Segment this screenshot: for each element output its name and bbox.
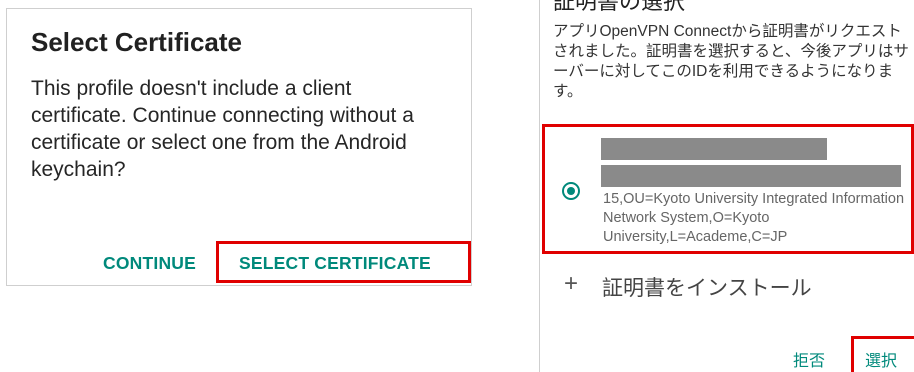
screenshot-stage: Select Certificate This profile doesn't … (0, 0, 914, 372)
dialog-title: Select Certificate (31, 27, 242, 57)
select-certificate-label: SELECT CERTIFICATE (239, 253, 431, 273)
select-certificate-button[interactable]: SELECT CERTIFICATE (216, 241, 471, 283)
choose-button[interactable]: 選択 (851, 336, 914, 372)
dialog-message: This profile doesn't include a client ce… (31, 77, 414, 181)
chooser-message: アプリOpenVPN Connectから証明書がリクエストされました。証明書を選… (553, 23, 909, 100)
install-certificate-item[interactable]: + 証明書をインストール (540, 268, 912, 304)
certificate-option[interactable]: 15,OU=Kyoto University Integrated Inform… (542, 124, 914, 254)
plus-icon: + (564, 270, 579, 297)
continue-button[interactable]: CONTINUE (103, 253, 196, 274)
redacted-certificate-name (601, 138, 827, 160)
dialog-actions: CONTINUE SELECT CERTIFICATE (7, 241, 471, 283)
certificate-chooser-dialog: 証明書の選択 アプリOpenVPN Connectから証明書がリクエストされまし… (539, 0, 914, 372)
install-certificate-label: 証明書をインストール (602, 277, 812, 300)
select-certificate-dialog: Select Certificate This profile doesn't … (6, 8, 472, 286)
chooser-title: 証明書の選択 (553, 0, 686, 14)
deny-button[interactable]: 拒否 (793, 347, 825, 371)
redacted-certificate-subject (601, 165, 901, 187)
choose-button-label: 選択 (865, 353, 898, 370)
certificate-radio-button[interactable] (562, 182, 580, 200)
certificate-details: 15,OU=Kyoto University Integrated Inform… (603, 191, 905, 245)
